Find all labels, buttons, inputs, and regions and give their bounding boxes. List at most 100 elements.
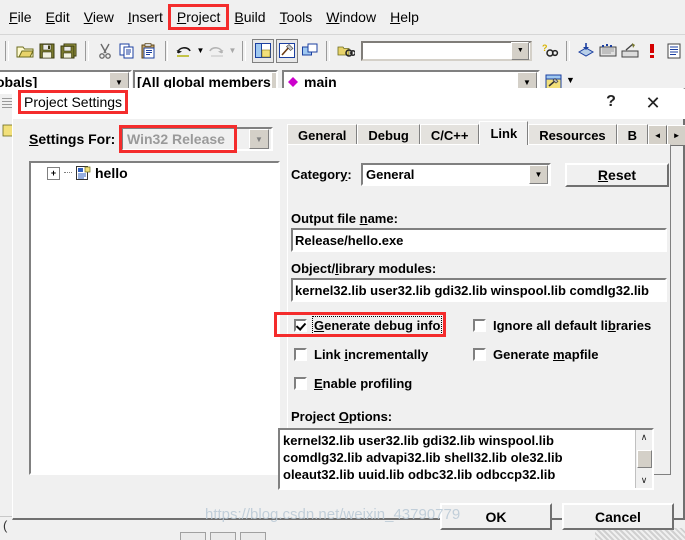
tab-resources[interactable]: Resources <box>528 124 617 145</box>
checkbox-box[interactable] <box>294 348 307 361</box>
checkbox-ignore-all-default-libraries[interactable]: Ignore all default libraries <box>473 318 651 333</box>
breakpoint-icon[interactable] <box>642 40 662 62</box>
output-file-value: Release/hello.exe <box>295 232 404 248</box>
undo-icon[interactable] <box>174 40 194 62</box>
ok-button[interactable]: OK <box>440 503 552 530</box>
toolbar-separator <box>164 40 169 61</box>
output-file-input[interactable]: Release/hello.exe <box>291 228 667 252</box>
tab-label: General <box>298 127 347 143</box>
output-window-icon[interactable] <box>276 38 299 63</box>
reset-button-label: Reset <box>597 167 637 183</box>
list-icon[interactable] <box>664 40 684 62</box>
object-modules-label: Object/library modules: <box>291 261 437 276</box>
find-dropdown-arrow[interactable]: ▼ <box>511 41 530 60</box>
standard-toolbar: ▼ ▼ ▼ ? <box>0 34 685 66</box>
checkbox-link-incrementally[interactable]: Link incrementally <box>294 347 428 362</box>
object-modules-input[interactable]: kernel32.lib user32.lib gdi32.lib winspo… <box>291 278 667 302</box>
paste-icon[interactable] <box>139 40 159 62</box>
build-icon[interactable] <box>598 40 618 62</box>
output-tabs[interactable] <box>180 532 480 540</box>
menu-item-window[interactable]: Window <box>319 6 383 28</box>
checkbox-box[interactable] <box>473 319 486 332</box>
category-dropdown-arrow[interactable]: ▼ <box>529 165 548 184</box>
save-icon[interactable] <box>37 40 57 62</box>
checkbox-box[interactable] <box>294 377 307 390</box>
execute-icon[interactable] <box>620 40 640 62</box>
menu-item-view[interactable]: View <box>77 6 121 28</box>
compile-icon[interactable] <box>576 40 596 62</box>
tab-scroll-right-icon[interactable]: ► <box>667 125 685 146</box>
tab-scroll-buttons[interactable]: ◄ ► <box>648 125 685 146</box>
output-tab[interactable] <box>240 532 266 540</box>
tab-label: C/C++ <box>430 127 469 143</box>
category-combo[interactable]: General ▼ <box>361 163 551 186</box>
toolbar-separator <box>84 40 89 61</box>
scroll-down-icon[interactable]: ∨ <box>636 473 652 488</box>
checkbox-label: Ignore all default libraries <box>493 318 652 333</box>
output-tab[interactable] <box>180 532 206 540</box>
tab-general[interactable]: General <box>287 124 358 145</box>
menu-item-tools[interactable]: Tools <box>273 6 320 28</box>
tab-scroll-left-icon[interactable]: ◄ <box>648 125 668 146</box>
toolbar-separator <box>326 40 331 61</box>
project-options-textarea[interactable]: kernel32.lib user32.lib gdi32.lib winspo… <box>278 428 654 490</box>
settings-for-label: Settings For: <box>29 131 116 147</box>
category-value: General <box>366 167 415 182</box>
tab-link[interactable]: Link <box>479 121 529 145</box>
close-icon[interactable]: ✕ <box>641 92 665 114</box>
checkbox-label: Generate mapfile <box>493 347 599 362</box>
checkbox-box[interactable] <box>294 319 307 332</box>
reset-button[interactable]: Reset <box>565 163 669 187</box>
settings-for-value: Win32 Release <box>127 131 225 147</box>
redo-dropdown-arrow: ▼ <box>228 46 237 55</box>
toolbar-separator <box>242 40 247 61</box>
copy-icon[interactable] <box>117 40 137 62</box>
tab-c-c-[interactable]: C/C++ <box>419 124 480 145</box>
settings-for-arrow[interactable]: ▼ <box>249 129 269 149</box>
project-tree[interactable]: + hello <box>29 161 280 475</box>
workspace-icon[interactable] <box>252 38 275 63</box>
checkbox-box[interactable] <box>473 348 486 361</box>
help-button[interactable]: ? <box>601 93 621 111</box>
cancel-button[interactable]: Cancel <box>562 503 674 530</box>
find-combo[interactable]: ▼ <box>361 40 533 61</box>
cut-icon[interactable] <box>95 40 115 62</box>
project-node-icon <box>76 166 91 180</box>
project-options-value: kernel32.lib user32.lib gdi32.lib winspo… <box>283 433 563 482</box>
menu-item-insert[interactable]: Insert <box>121 6 170 28</box>
menu-item-edit[interactable]: Edit <box>39 6 77 28</box>
settings-for-label-text: ettings For: <box>38 131 116 147</box>
output-file-label: Output file name: <box>291 211 398 226</box>
output-tab[interactable] <box>210 532 236 540</box>
tree-item-hello[interactable]: + hello <box>31 163 278 183</box>
category-label: Category: <box>291 167 352 182</box>
checkbox-label: Enable profiling <box>314 376 413 391</box>
menu-item-help[interactable]: Help <box>383 6 426 28</box>
project-options-scrollbar[interactable]: ∧ ∨ <box>635 430 652 488</box>
menu-item-build[interactable]: Build <box>227 6 272 28</box>
tab-b[interactable]: B <box>616 124 649 145</box>
open-folder-icon[interactable] <box>15 40 35 62</box>
tab-label: Link <box>490 126 518 141</box>
save-all-icon[interactable] <box>59 40 79 62</box>
scrollbar-thumb[interactable] <box>636 450 652 468</box>
undo-dropdown-arrow[interactable]: ▼ <box>195 41 205 61</box>
dialog-title: Project Settings <box>17 90 129 114</box>
tree-expander-icon[interactable]: + <box>47 166 60 180</box>
checkbox-generate-debug-info[interactable]: Generate debug info <box>294 316 443 335</box>
tab-label: B <box>627 127 638 143</box>
find-help-icon[interactable]: ? <box>540 40 560 62</box>
settings-for-combo[interactable]: Win32 Release ▼ <box>121 127 273 151</box>
scroll-up-icon[interactable]: ∧ <box>636 430 652 445</box>
ok-button-label: OK <box>485 508 507 525</box>
object-modules-value: kernel32.lib user32.lib gdi32.lib winspo… <box>295 282 649 298</box>
menu-item-project[interactable]: Project <box>167 4 230 30</box>
menu-item-file[interactable]: File <box>2 6 39 28</box>
wizardbar-action-arrow[interactable]: ▼ <box>566 75 575 85</box>
tab-debug[interactable]: Debug <box>357 124 420 145</box>
find-in-files-icon[interactable] <box>336 40 356 62</box>
checkbox-enable-profiling[interactable]: Enable profiling <box>294 376 412 391</box>
checkbox-generate-mapfile[interactable]: Generate mapfile <box>473 347 599 362</box>
window-list-icon[interactable] <box>300 40 320 62</box>
checkbox-label: Generate debug info <box>311 316 443 335</box>
